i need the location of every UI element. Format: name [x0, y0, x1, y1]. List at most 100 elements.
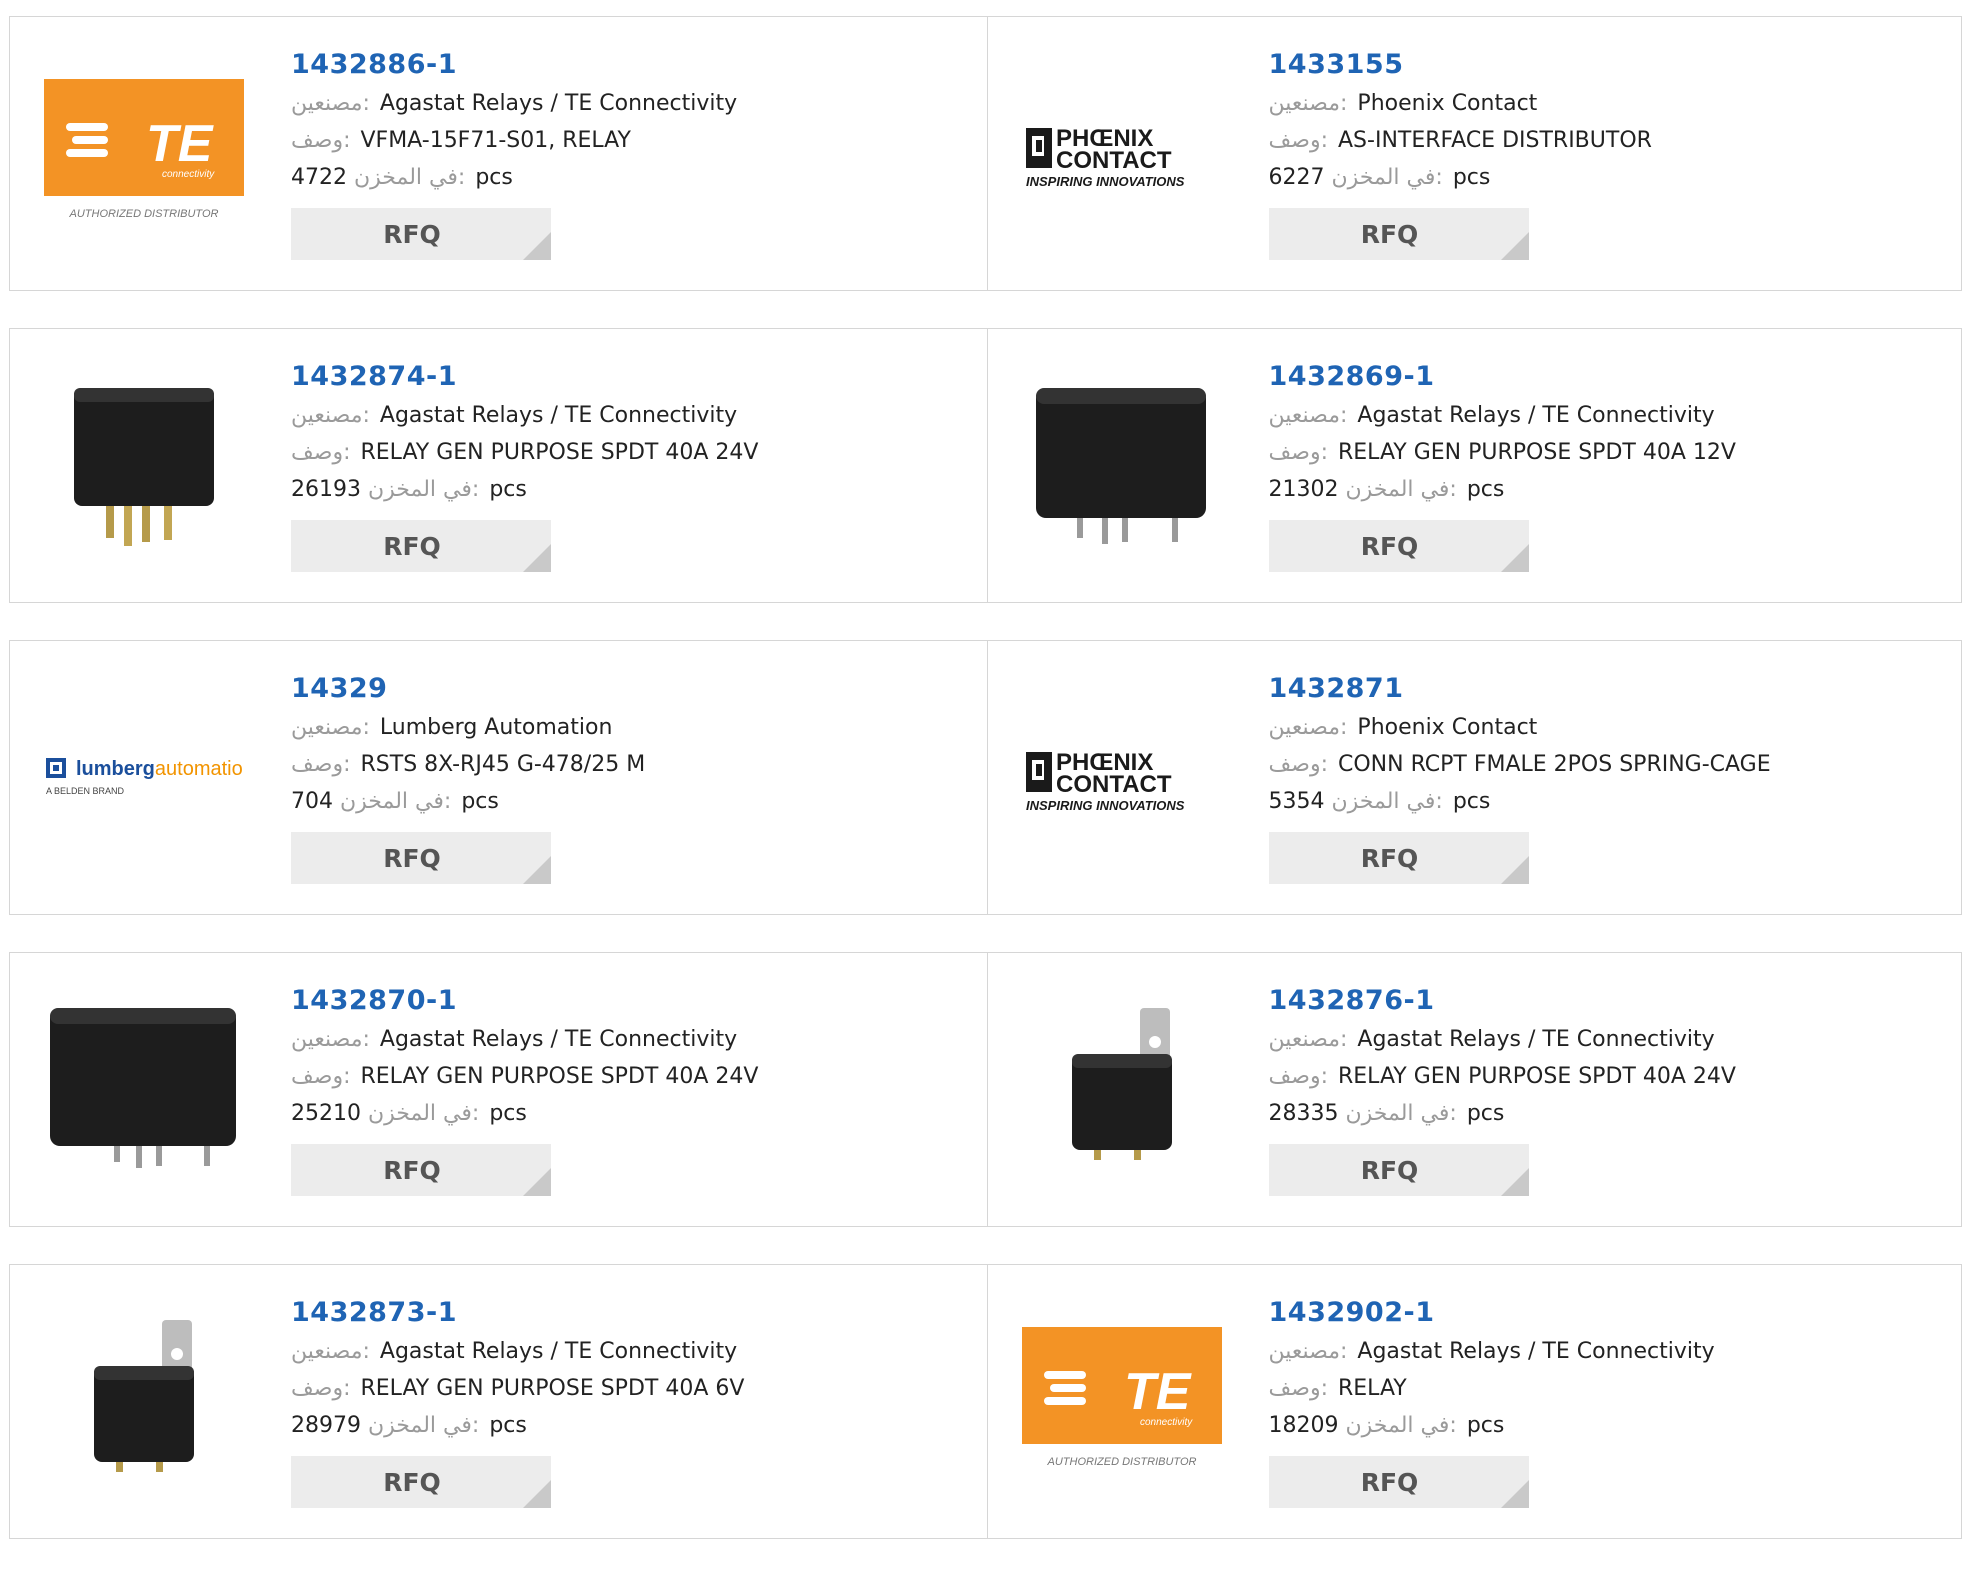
manufacturer-label: مصنعين: — [1269, 403, 1348, 428]
rfq-button[interactable]: RFQ — [291, 208, 551, 260]
product-row: TE connectivity AUTHORIZED DISTRIBUTOR 1… — [9, 16, 1962, 291]
phoenix-logo-icon: PHŒNIX CONTACT INSPIRING INNOVATIONS — [1022, 114, 1222, 194]
part-number-link[interactable]: 1432874-1 — [291, 359, 758, 397]
product-info: 1432902-1 مصنعين:Agastat Relays / TE Con… — [1269, 1295, 1715, 1508]
stock-unit: pcs — [489, 1413, 527, 1438]
relay-icon — [1022, 378, 1222, 554]
stock-value: 5354 — [1269, 789, 1325, 814]
part-number-link[interactable]: 1432870-1 — [291, 983, 758, 1021]
rfq-button[interactable]: RFQ — [1269, 208, 1529, 260]
product-card: TE connectivity AUTHORIZED DISTRIBUTOR 1… — [9, 16, 988, 291]
description-label: وصف: — [291, 752, 351, 777]
product-card: lumbergautomation A BELDEN BRAND 14329 م… — [9, 640, 988, 915]
relay-icon — [44, 1002, 244, 1178]
product-row: lumbergautomation A BELDEN BRAND 14329 م… — [9, 640, 1962, 915]
manufacturer-label: مصنعين: — [291, 715, 370, 740]
product-info: 1432886-1 مصنعين:Agastat Relays / TE Con… — [291, 47, 737, 260]
product-card: PHŒNIX CONTACT INSPIRING INNOVATIONS 143… — [988, 640, 1962, 915]
stock-unit: pcs — [1467, 477, 1505, 502]
part-number-link[interactable]: 1432871 — [1269, 671, 1771, 709]
part-number-link[interactable]: 14329 — [291, 671, 645, 709]
description-label: وصف: — [291, 1376, 351, 1401]
lumberg-logo-image[interactable]: lumbergautomation A BELDEN BRAND — [44, 690, 244, 866]
phoenix-logo-line2: CONTACT — [1056, 771, 1172, 798]
description-label: وصف: — [1269, 1376, 1329, 1401]
manufacturer-value: Phoenix Contact — [1357, 715, 1537, 740]
rfq-corner-decoration — [523, 544, 551, 572]
rfq-button[interactable]: RFQ — [291, 1456, 551, 1508]
product-card: TE connectivity AUTHORIZED DISTRIBUTOR 1… — [988, 1264, 1962, 1539]
description-value: CONN RCPT FMALE 2POS SPRING-CAGE — [1338, 752, 1771, 777]
te-logo-icon: TE connectivity AUTHORIZED DISTRIBUTOR — [44, 79, 244, 229]
te-logo-caption: AUTHORIZED DISTRIBUTOR — [1046, 1456, 1196, 1468]
product-card: 1432870-1 مصنعين:Agastat Relays / TE Con… — [9, 952, 988, 1227]
phoenix-logo-image[interactable]: PHŒNIX CONTACT INSPIRING INNOVATIONS — [1022, 690, 1222, 866]
rfq-button[interactable]: RFQ — [291, 520, 551, 572]
manufacturer-line: مصنعين:Agastat Relays / TE Connectivity — [291, 1333, 744, 1370]
product-card: PHŒNIX CONTACT INSPIRING INNOVATIONS 143… — [988, 16, 1962, 291]
rfq-button[interactable]: RFQ — [1269, 1456, 1529, 1508]
rfq-button[interactable]: RFQ — [1269, 1144, 1529, 1196]
relay-bracket-photo-image[interactable] — [1022, 1002, 1222, 1178]
rfq-button[interactable]: RFQ — [291, 1144, 551, 1196]
manufacturer-value: Agastat Relays / TE Connectivity — [380, 91, 737, 116]
stock-value: 704 — [291, 789, 333, 814]
manufacturer-line: مصنعين: Agastat Relays / TE Connectivity — [291, 397, 758, 434]
relay-photo-image[interactable] — [44, 378, 244, 554]
relay-photo-image[interactable] — [44, 1002, 244, 1178]
phoenix-logo-image[interactable]: PHŒNIX CONTACT INSPIRING INNOVATIONS — [1022, 66, 1222, 242]
description-value: VFMA-15F71-S01, RELAY — [361, 128, 631, 153]
stock-label: في المخزن: — [354, 165, 465, 190]
stock-label: في المخزن: — [1332, 165, 1443, 190]
description-label: وصف: — [291, 440, 351, 465]
te-logo-sub: connectivity — [162, 169, 215, 180]
te-logo-icon: TE connectivity AUTHORIZED DISTRIBUTOR — [1022, 1327, 1222, 1477]
stock-value: 4722 — [291, 165, 347, 190]
part-number-link[interactable]: 1432876-1 — [1269, 983, 1736, 1021]
stock-line: 6227 في المخزن:pcs — [1269, 159, 1652, 196]
manufacturer-line: مصنعين:Agastat Relays / TE Connectivity — [1269, 1021, 1736, 1058]
description-value: RSTS 8X-RJ45 G-478/25 M — [361, 752, 646, 777]
part-number-link[interactable]: 1432873-1 — [291, 1295, 744, 1333]
description-line: وصف: VFMA-15F71-S01, RELAY — [291, 122, 737, 159]
description-line: وصف:RELAY GEN PURPOSE SPDT 40A 24V — [1269, 1058, 1736, 1095]
rfq-button[interactable]: RFQ — [291, 832, 551, 884]
manufacturer-label: مصنعين: — [291, 1027, 370, 1052]
product-info: 1432871 مصنعين:Phoenix Contact وصف:CONN … — [1269, 671, 1771, 884]
part-number-link[interactable]: 1432902-1 — [1269, 1295, 1715, 1333]
manufacturer-value: Agastat Relays / TE Connectivity — [1357, 1027, 1714, 1052]
description-value: RELAY GEN PURPOSE SPDT 40A 6V — [361, 1376, 745, 1401]
part-number-link[interactable]: 1432869-1 — [1269, 359, 1736, 397]
part-number-link[interactable]: 1432886-1 — [291, 47, 737, 85]
manufacturer-value: Agastat Relays / TE Connectivity — [380, 403, 737, 428]
description-label: وصف: — [291, 1064, 351, 1089]
stock-unit: pcs — [461, 789, 499, 814]
rfq-button[interactable]: RFQ — [1269, 832, 1529, 884]
description-label: وصف: — [1269, 440, 1329, 465]
description-label: وصف: — [291, 128, 351, 153]
description-value: RELAY GEN PURPOSE SPDT 40A 12V — [1338, 440, 1736, 465]
stock-value: 18209 — [1269, 1413, 1339, 1438]
stock-unit: pcs — [1467, 1101, 1505, 1126]
product-row: 1432873-1 مصنعين:Agastat Relays / TE Con… — [9, 1264, 1962, 1539]
stock-line: 4722 في المخزن:pcs — [291, 159, 737, 196]
description-line: وصف:RELAY GEN PURPOSE SPDT 40A 24V — [291, 1058, 758, 1095]
description-value: RELAY GEN PURPOSE SPDT 40A 24V — [1338, 1064, 1736, 1089]
manufacturer-label: مصنعين: — [291, 403, 370, 428]
part-number-link[interactable]: 1433155 — [1269, 47, 1652, 85]
relay-photo-image[interactable] — [1022, 378, 1222, 554]
te-logo-image[interactable]: TE connectivity AUTHORIZED DISTRIBUTOR — [1022, 1314, 1222, 1490]
product-card: 1432876-1 مصنعين:Agastat Relays / TE Con… — [988, 952, 1962, 1227]
manufacturer-label: مصنعين: — [1269, 91, 1348, 116]
description-line: وصف: RSTS 8X-RJ45 G-478/25 M — [291, 746, 645, 783]
phoenix-logo-line2: CONTACT — [1056, 147, 1172, 174]
phoenix-logo-icon: PHŒNIX CONTACT INSPIRING INNOVATIONS — [1022, 738, 1222, 818]
manufacturer-line: مصنعين:Phoenix Contact — [1269, 85, 1652, 122]
rfq-label: RFQ — [1361, 844, 1419, 873]
rfq-corner-decoration — [523, 1480, 551, 1508]
relay-bracket-photo-image[interactable] — [44, 1314, 244, 1490]
phoenix-logo-tagline: INSPIRING INNOVATIONS — [1026, 798, 1185, 813]
rfq-corner-decoration — [1501, 1480, 1529, 1508]
rfq-button[interactable]: RFQ — [1269, 520, 1529, 572]
te-logo-image[interactable]: TE connectivity AUTHORIZED DISTRIBUTOR — [44, 66, 244, 242]
